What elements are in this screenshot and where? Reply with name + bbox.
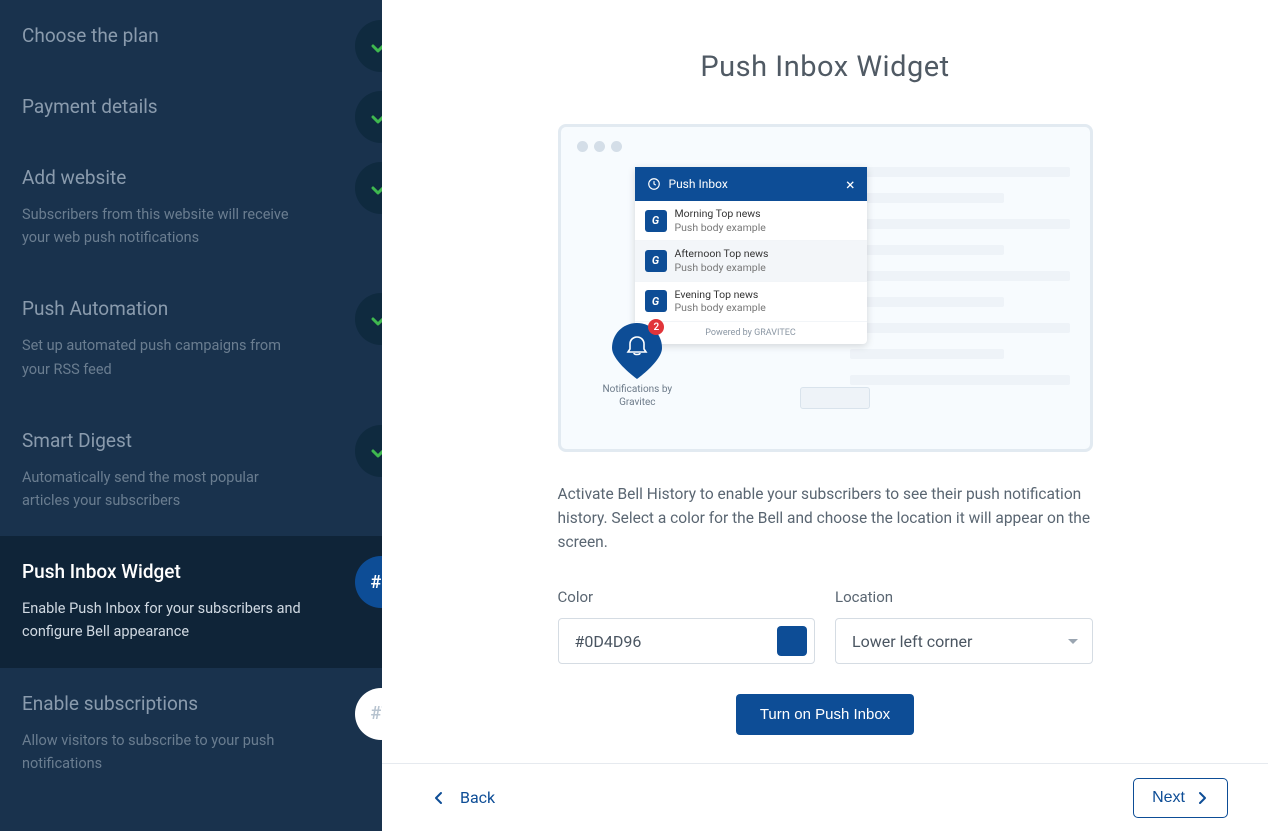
step-number-badge: #6	[355, 556, 382, 608]
bell-widget: 2 Notifications by Gravitec	[603, 323, 673, 409]
turn-on-push-inbox-button[interactable]: Turn on Push Inbox	[736, 694, 914, 735]
check-icon	[355, 162, 382, 214]
page-description: Activate Bell History to enable your sub…	[558, 482, 1093, 554]
location-select[interactable]: Lower left corner	[835, 618, 1093, 664]
inbox-item-body: Push body example	[675, 261, 769, 275]
push-inbox-popup: Push Inbox × G Morning Top news Push bod…	[635, 167, 867, 344]
step-title: Add website	[22, 166, 358, 189]
back-button[interactable]: Back	[432, 788, 495, 807]
app-logo-icon: G	[645, 250, 667, 272]
check-icon	[355, 91, 382, 143]
chevron-left-icon	[432, 791, 446, 805]
window-dots-icon	[577, 141, 622, 152]
step-push-automation[interactable]: Push Automation Set up automated push ca…	[0, 273, 382, 404]
inbox-header: Push Inbox ×	[635, 167, 867, 201]
step-desc: Subscribers from this website will recei…	[22, 203, 302, 249]
step-title: Enable subscriptions	[22, 692, 358, 715]
chevron-right-icon	[1195, 791, 1209, 805]
clock-icon	[647, 177, 661, 191]
step-choose-plan[interactable]: Choose the plan	[0, 0, 382, 71]
step-payment-details[interactable]: Payment details	[0, 71, 382, 142]
location-select-value[interactable]: Lower left corner	[835, 618, 1093, 664]
step-smart-digest[interactable]: Smart Digest Automatically send the most…	[0, 405, 382, 536]
app-logo-icon: G	[645, 290, 667, 312]
location-label: Location	[835, 588, 1093, 606]
inbox-item-body: Push body example	[675, 301, 766, 315]
inbox-item-title: Afternoon Top news	[675, 247, 769, 261]
app-logo-icon: G	[645, 210, 667, 232]
check-icon	[355, 425, 382, 477]
main-panel: Push Inbox Widget	[382, 0, 1268, 831]
inbox-item: G Evening Top news Push body example	[635, 282, 867, 322]
next-label: Next	[1152, 789, 1185, 807]
step-enable-subscriptions[interactable]: Enable subscriptions Allow visitors to s…	[0, 668, 382, 799]
step-title: Payment details	[22, 95, 358, 118]
check-icon	[355, 293, 382, 345]
inbox-item-title: Morning Top news	[675, 207, 766, 221]
inbox-item-title: Evening Top news	[675, 288, 766, 302]
step-title: Choose the plan	[22, 24, 358, 47]
step-desc: Allow visitors to subscribe to your push…	[22, 729, 302, 775]
inbox-item: G Morning Top news Push body example	[635, 201, 867, 241]
inbox-item-body: Push body example	[675, 221, 766, 235]
chevron-down-icon	[1067, 635, 1079, 647]
step-push-inbox-widget[interactable]: Push Inbox Widget Enable Push Inbox for …	[0, 536, 382, 667]
step-number-badge: #7	[355, 688, 382, 740]
step-desc: Enable Push Inbox for your subscribers a…	[22, 597, 302, 643]
color-swatch[interactable]	[777, 626, 807, 656]
next-button[interactable]: Next	[1133, 778, 1228, 818]
button-placeholder	[800, 387, 870, 409]
bell-caption: Notifications by Gravitec	[603, 383, 673, 409]
close-icon: ×	[846, 175, 855, 194]
text-placeholder-lines	[850, 167, 1070, 401]
step-desc: Automatically send the most popular arti…	[22, 466, 302, 512]
wizard-footer: Back Next	[382, 763, 1268, 831]
step-title: Smart Digest	[22, 429, 358, 452]
widget-preview: Push Inbox × G Morning Top news Push bod…	[558, 124, 1093, 452]
step-title: Push Automation	[22, 297, 358, 320]
wizard-sidebar: Choose the plan Payment details Add webs…	[0, 0, 382, 831]
step-add-website[interactable]: Add website Subscribers from this websit…	[0, 142, 382, 273]
inbox-title: Push Inbox	[669, 177, 728, 191]
color-label: Color	[558, 588, 816, 606]
back-label: Back	[460, 788, 495, 807]
inbox-item: G Afternoon Top news Push body example	[635, 241, 867, 281]
check-icon	[355, 20, 382, 72]
page-title: Push Inbox Widget	[472, 50, 1178, 84]
step-title: Push Inbox Widget	[22, 560, 358, 583]
step-desc: Set up automated push campaigns from you…	[22, 334, 302, 380]
